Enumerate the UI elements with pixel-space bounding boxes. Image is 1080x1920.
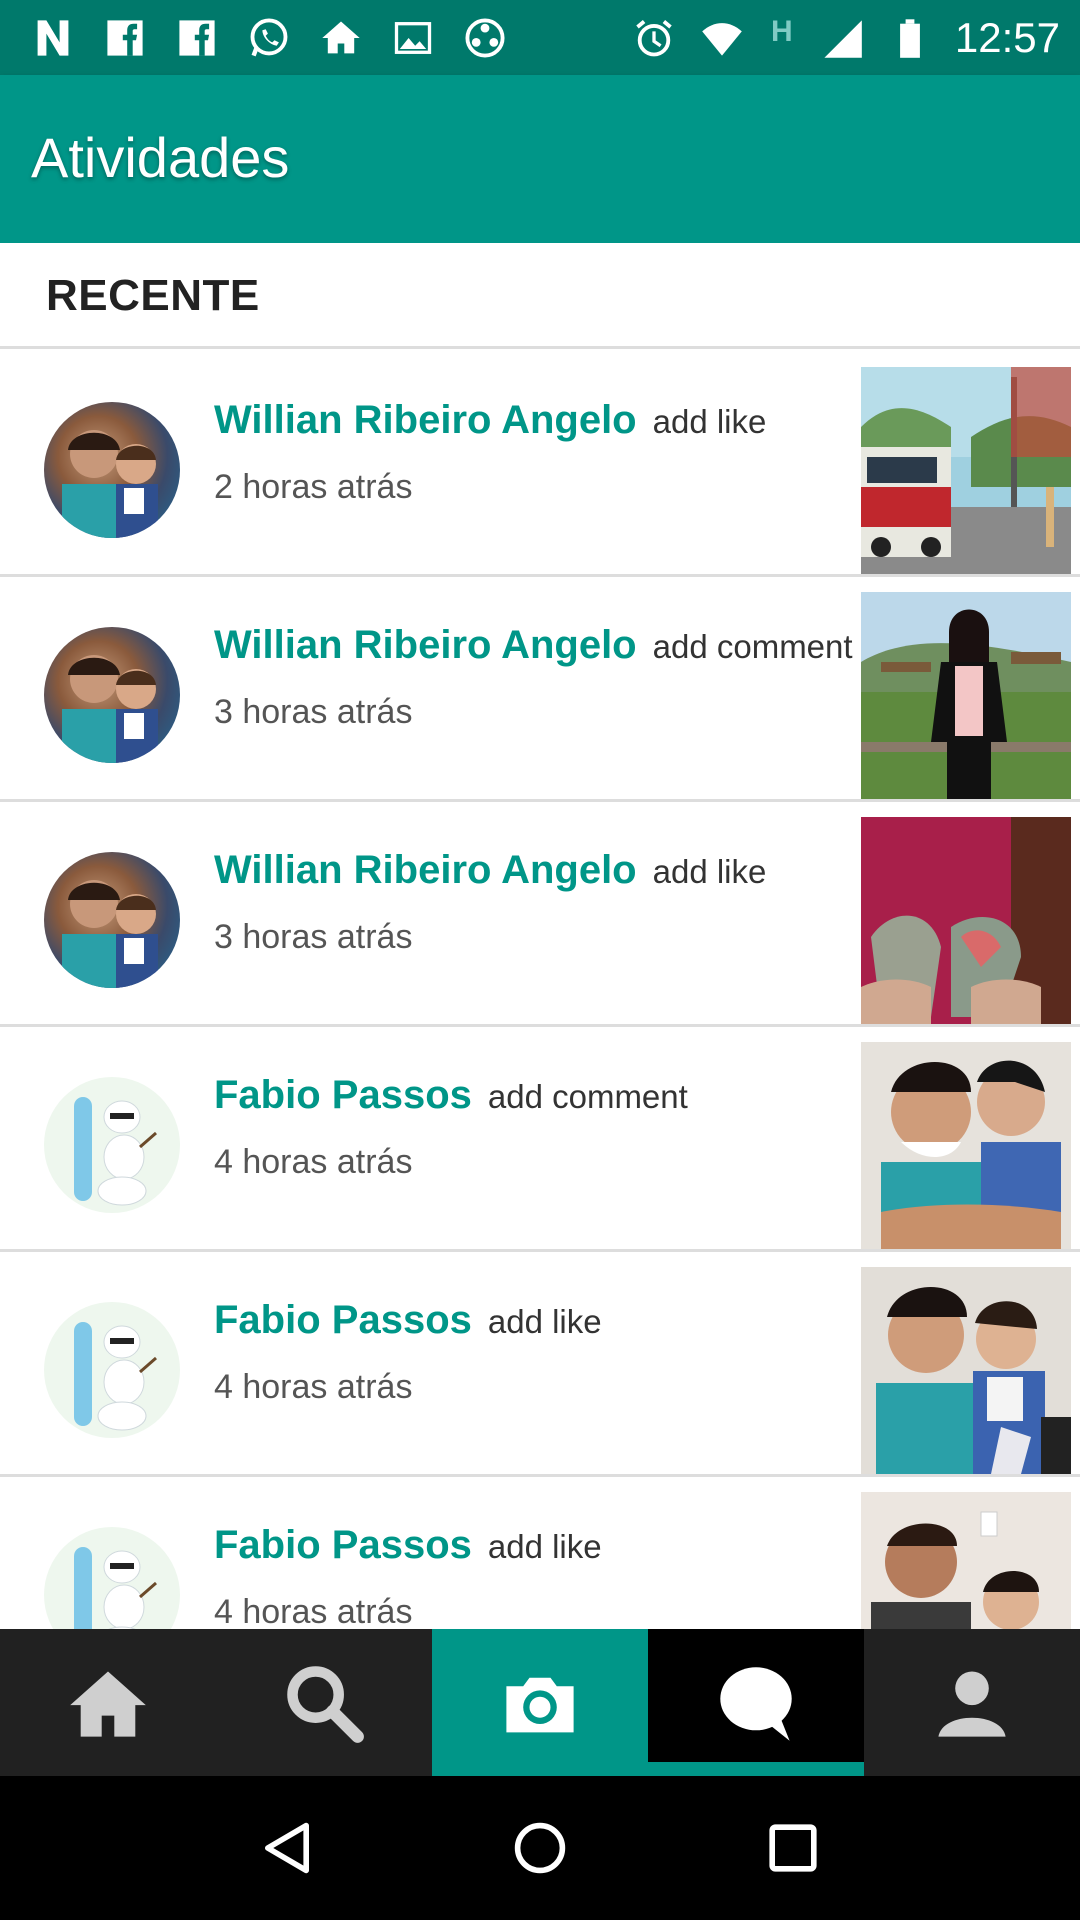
nav-search[interactable] bbox=[216, 1629, 432, 1776]
chat-icon bbox=[720, 1666, 792, 1741]
section-header: RECENTE bbox=[0, 243, 1080, 349]
activity-time: 3 horas atrás bbox=[214, 693, 413, 731]
circle-home-icon bbox=[514, 1822, 566, 1874]
user-avatar[interactable] bbox=[44, 1527, 180, 1629]
facebook-icon bbox=[174, 15, 220, 61]
recents-button[interactable] bbox=[758, 1813, 828, 1883]
square-recents-icon bbox=[769, 1824, 817, 1872]
activity-row[interactable]: Willian Ribeiro Angelo add like 2 horas … bbox=[0, 352, 1080, 577]
home-icon bbox=[318, 15, 364, 61]
photo-thumbnail[interactable] bbox=[861, 1267, 1071, 1474]
clock: 12:57 bbox=[954, 13, 1060, 61]
n-icon bbox=[30, 15, 76, 61]
home-button[interactable] bbox=[505, 1813, 575, 1883]
nav-activity[interactable] bbox=[648, 1629, 864, 1776]
activity-action: add like bbox=[652, 853, 767, 890]
user-avatar[interactable] bbox=[44, 1077, 180, 1213]
user-name-link[interactable]: Fabio Passos bbox=[214, 1523, 472, 1568]
activity-row[interactable]: Fabio Passos add comment 4 horas atrás bbox=[0, 1027, 1080, 1252]
activity-action: add like bbox=[487, 1303, 602, 1340]
user-name-link[interactable]: Willian Ribeiro Angelo bbox=[214, 398, 637, 443]
photo-thumbnail[interactable] bbox=[861, 1492, 1071, 1629]
activity-action: add like bbox=[652, 403, 767, 440]
photo-thumbnail[interactable] bbox=[861, 367, 1071, 574]
system-navigation-bar bbox=[0, 1776, 1080, 1920]
film-reel-icon bbox=[462, 15, 508, 61]
page-title: Atividades bbox=[31, 126, 290, 189]
activity-time: 4 horas atrás bbox=[214, 1368, 413, 1406]
h-network-icon: H bbox=[771, 14, 793, 48]
facebook-icon bbox=[102, 15, 148, 61]
back-button[interactable] bbox=[252, 1813, 322, 1883]
wifi-icon bbox=[699, 15, 745, 61]
whatsapp-icon bbox=[246, 15, 292, 61]
camera-icon bbox=[506, 1677, 574, 1732]
user-avatar[interactable] bbox=[44, 627, 180, 763]
user-name-link[interactable]: Willian Ribeiro Angelo bbox=[214, 848, 637, 893]
status-bar: H 12:57 bbox=[0, 0, 1080, 75]
image-icon bbox=[390, 15, 436, 61]
home-icon bbox=[70, 1671, 146, 1737]
bottom-navigation bbox=[0, 1629, 1080, 1776]
alarm-icon bbox=[631, 15, 677, 61]
activity-row[interactable]: Willian Ribeiro Angelo add like 3 horas … bbox=[0, 802, 1080, 1027]
user-name-link[interactable]: Willian Ribeiro Angelo bbox=[214, 623, 637, 668]
nav-camera[interactable] bbox=[432, 1629, 648, 1776]
activity-action: add comment bbox=[652, 628, 853, 665]
activity-time: 3 horas atrás bbox=[214, 918, 413, 956]
activity-row[interactable]: Willian Ribeiro Angelo add comment 3 hor… bbox=[0, 577, 1080, 802]
nav-home[interactable] bbox=[0, 1629, 216, 1776]
photo-thumbnail[interactable] bbox=[861, 1042, 1071, 1249]
user-avatar[interactable] bbox=[44, 852, 180, 988]
signal-icon bbox=[819, 15, 865, 61]
user-avatar[interactable] bbox=[44, 402, 180, 538]
activity-row[interactable]: Fabio Passos add like 4 horas atrás bbox=[0, 1477, 1080, 1629]
activity-row[interactable]: Fabio Passos add like 4 horas atrás bbox=[0, 1252, 1080, 1477]
photo-thumbnail[interactable] bbox=[861, 592, 1071, 799]
activity-time: 4 horas atrás bbox=[214, 1143, 413, 1181]
app-bar: Atividades bbox=[0, 75, 1080, 243]
user-name-link[interactable]: Fabio Passos bbox=[214, 1073, 472, 1118]
battery-icon bbox=[887, 15, 933, 61]
user-avatar[interactable] bbox=[44, 1302, 180, 1438]
user-name-link[interactable]: Fabio Passos bbox=[214, 1298, 472, 1343]
activity-feed[interactable]: Willian Ribeiro Angelo add like 2 horas … bbox=[0, 352, 1080, 1629]
profile-icon bbox=[938, 1671, 1006, 1737]
section-title: RECENTE bbox=[46, 271, 260, 320]
activity-time: 2 horas atrás bbox=[214, 468, 413, 506]
nav-profile[interactable] bbox=[864, 1629, 1080, 1776]
back-icon bbox=[264, 1822, 309, 1874]
activity-action: add comment bbox=[487, 1078, 688, 1115]
photo-thumbnail[interactable] bbox=[861, 817, 1071, 1024]
activity-action: add like bbox=[487, 1528, 602, 1565]
activity-time: 4 horas atrás bbox=[214, 1593, 413, 1629]
search-icon bbox=[287, 1665, 364, 1743]
